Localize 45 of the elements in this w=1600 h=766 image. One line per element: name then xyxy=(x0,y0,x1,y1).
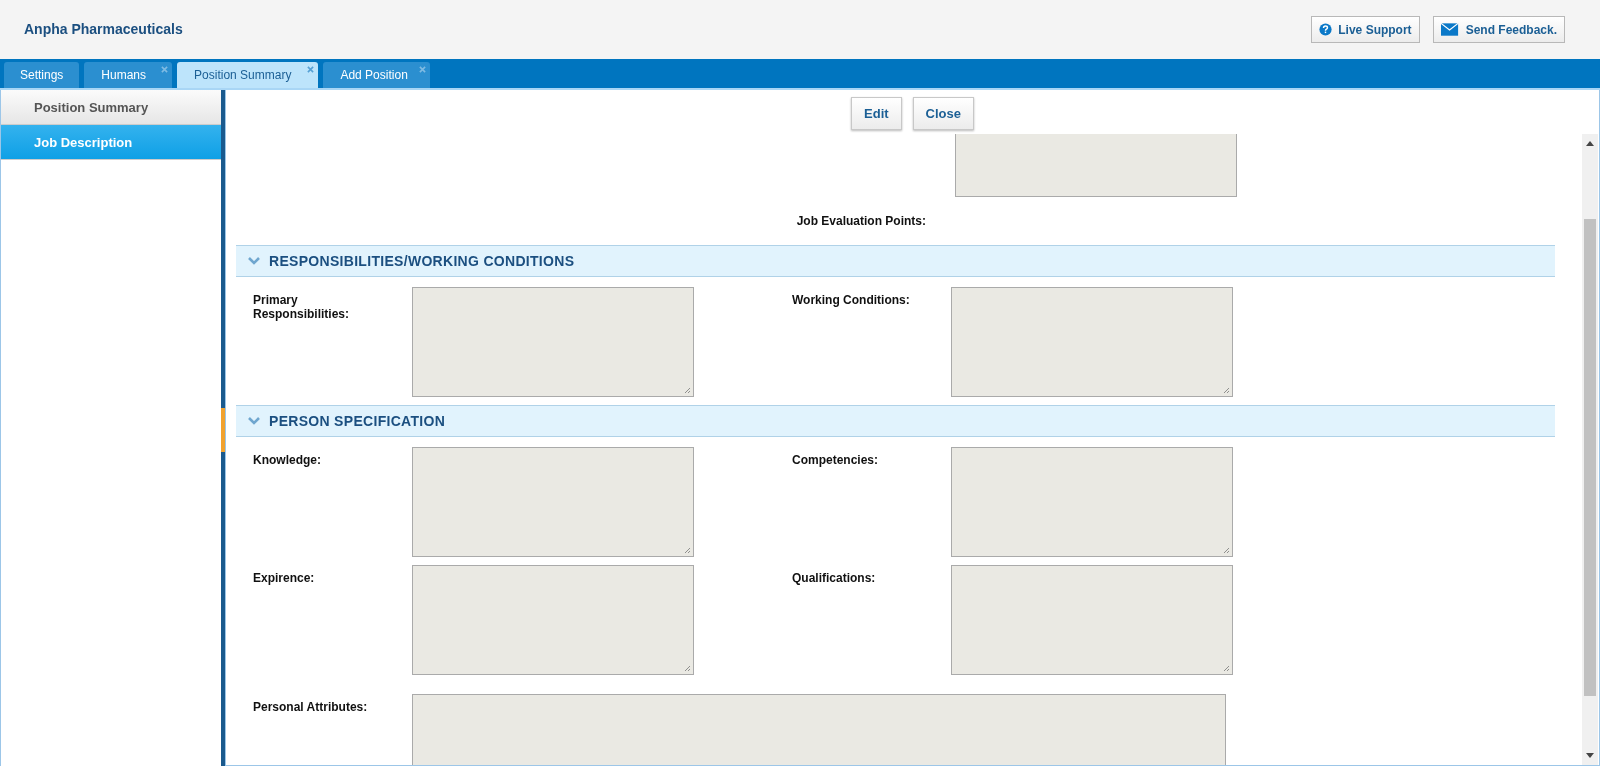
close-icon[interactable] xyxy=(418,66,426,73)
help-icon xyxy=(1319,23,1333,36)
field-label: Primary Responsibilities: xyxy=(253,292,351,321)
text-area[interactable] xyxy=(412,565,694,675)
action-button[interactable]: Close xyxy=(912,96,974,130)
text-area[interactable] xyxy=(412,287,694,397)
field-label: Competencies: xyxy=(792,452,880,467)
app-title: Anpha Pharmaceuticals xyxy=(24,20,183,37)
resize-grip-icon[interactable] xyxy=(683,546,691,554)
envelope-icon xyxy=(1440,22,1460,37)
resize-grip-icon[interactable] xyxy=(683,386,691,394)
text-area[interactable] xyxy=(412,447,694,557)
splitter-handle[interactable] xyxy=(221,408,225,452)
section-title: PERSON SPECIFICATION xyxy=(269,413,446,429)
tab[interactable]: Position Summary xyxy=(177,62,319,88)
header-button[interactable]: Live Support xyxy=(1311,16,1420,43)
resize-grip-icon[interactable] xyxy=(1222,546,1230,554)
tab[interactable]: Add Position xyxy=(323,62,430,88)
field-label: Working Conditions: xyxy=(792,292,911,307)
text-area[interactable] xyxy=(951,565,1233,675)
sidebar-item[interactable]: Position Summary xyxy=(1,90,221,125)
field-label: Knowledge: xyxy=(253,452,322,467)
text-area[interactable] xyxy=(951,287,1233,397)
scroll-thumb[interactable] xyxy=(1584,219,1596,696)
action-button[interactable]: Edit xyxy=(851,96,902,130)
resize-grip-icon[interactable] xyxy=(683,664,691,672)
field-label: Expirence: xyxy=(253,570,316,585)
tab[interactable]: Humans xyxy=(84,62,173,88)
text-area[interactable] xyxy=(951,447,1233,557)
section-header[interactable]: RESPONSIBILITIES/WORKING CONDITIONS xyxy=(236,245,1555,277)
scroll-up-icon[interactable] xyxy=(1586,141,1594,146)
tab[interactable]: Settings xyxy=(4,62,80,88)
field-label: Personal Attributes: xyxy=(253,699,369,714)
text-area[interactable] xyxy=(955,134,1237,197)
section-title: RESPONSIBILITIES/WORKING CONDITIONS xyxy=(269,253,575,269)
scroll-down-icon[interactable] xyxy=(1586,753,1594,758)
close-icon[interactable] xyxy=(161,66,169,73)
section-header[interactable]: PERSON SPECIFICATION xyxy=(236,405,1555,437)
field-label: Job Evaluation Points: xyxy=(795,214,926,228)
header-button[interactable]: Send Feedback. xyxy=(1432,16,1565,43)
resize-grip-icon[interactable] xyxy=(1222,664,1230,672)
text-area[interactable] xyxy=(412,694,1226,765)
field-label: Qualifications: xyxy=(792,570,877,585)
close-icon[interactable] xyxy=(307,66,315,73)
resize-grip-icon[interactable] xyxy=(1222,386,1230,394)
